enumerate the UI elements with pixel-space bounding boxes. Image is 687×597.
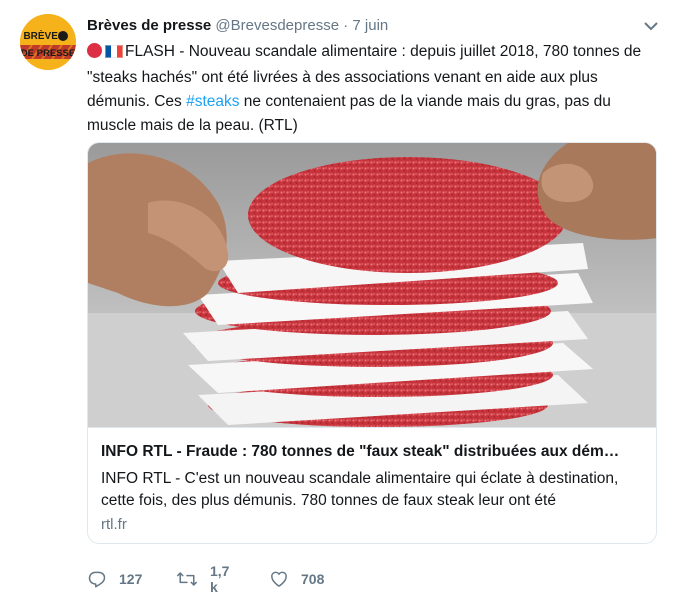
avatar[interactable]: BRÈVES DE PRESSE	[20, 14, 76, 70]
chevron-down-icon[interactable]	[643, 19, 659, 31]
heart-icon	[269, 569, 289, 589]
author-handle[interactable]: @Brevesdepresse	[215, 17, 339, 34]
like-count: 708	[301, 571, 325, 587]
tweet-text: FLASH - Nouveau scandale alimentaire : d…	[87, 40, 657, 138]
tweet-timestamp[interactable]: 7 juin	[352, 17, 388, 34]
card-title[interactable]: INFO RTL - Fraude : 780 tonnes de "faux …	[101, 442, 641, 462]
card-image[interactable]	[88, 143, 656, 427]
card-domain: rtl.fr	[101, 516, 127, 533]
like-button[interactable]: 708	[269, 568, 324, 590]
retweet-icon	[176, 569, 198, 589]
retweet-count: 1,7 k	[210, 563, 230, 595]
avatar-dot-icon	[58, 31, 68, 41]
reply-count: 127	[119, 571, 143, 587]
reply-button[interactable]: 127	[87, 568, 142, 590]
tweet[interactable]: BRÈVES DE PRESSE Brèves de presse @Breve…	[0, 0, 687, 597]
author-name[interactable]: Brèves de presse	[87, 17, 211, 34]
card-body[interactable]: INFO RTL - Fraude : 780 tonnes de "faux …	[88, 427, 656, 543]
retweet-button[interactable]: 1,7 k	[176, 563, 229, 595]
avatar-text-bottom: DE PRESSE	[21, 48, 75, 59]
header-separator: ·	[343, 17, 349, 34]
tweet-header: Brèves de presse @Brevesdepresse · 7 jui…	[87, 16, 388, 36]
link-preview-card[interactable]: INFO RTL - Fraude : 780 tonnes de "faux …	[87, 142, 657, 544]
reply-icon	[87, 569, 107, 589]
red-circle-emoji-icon	[87, 43, 102, 58]
hashtag-link[interactable]: #steaks	[186, 93, 239, 110]
card-description: INFO RTL - C'est un nouveau scandale ali…	[101, 470, 619, 509]
france-flag-emoji-icon	[105, 42, 123, 66]
